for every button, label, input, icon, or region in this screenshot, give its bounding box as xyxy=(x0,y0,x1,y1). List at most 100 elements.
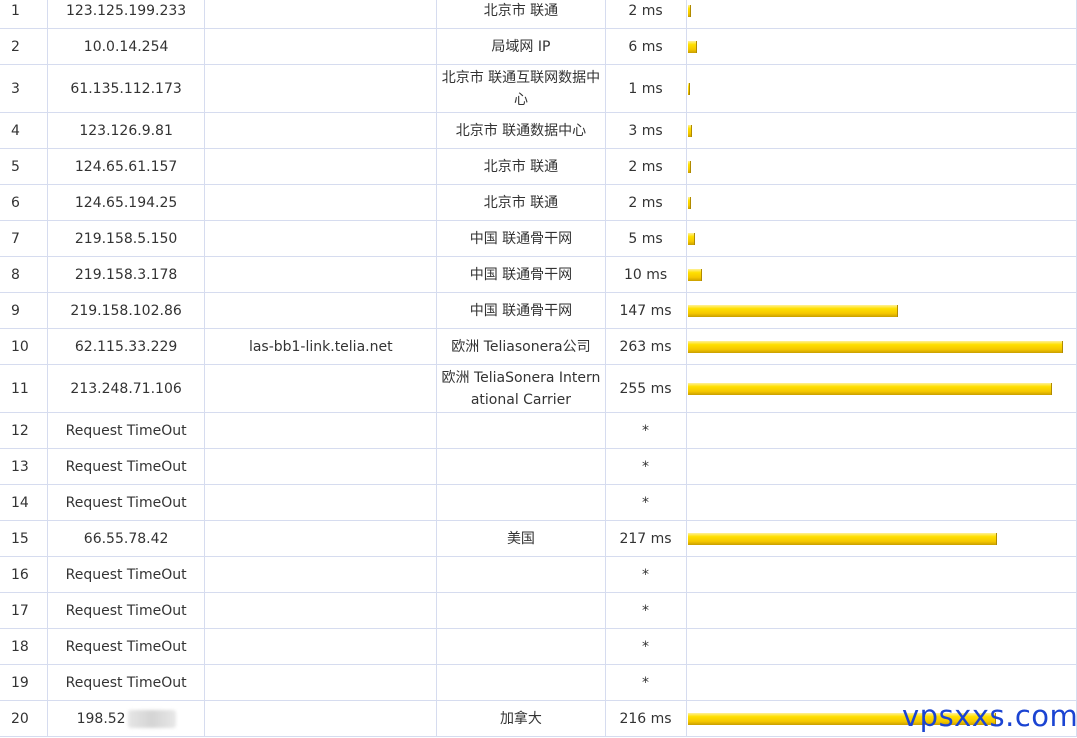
hop-latency: * xyxy=(604,448,687,485)
hop-row: 3 61.135.112.173 北京市 联通互联网数据中心 1 ms xyxy=(0,64,1077,113)
hop-row: 13 Request TimeOut * xyxy=(0,448,1077,485)
hop-hostname xyxy=(204,148,438,185)
hop-location: 中国 联通骨干网 xyxy=(436,220,606,257)
hop-ip-text: 198.52 xyxy=(76,710,126,727)
latency-bar-cell xyxy=(685,112,1077,149)
hop-hostname xyxy=(204,412,438,449)
hop-number: 15 xyxy=(0,520,49,557)
hop-ip: Request TimeOut xyxy=(47,412,206,449)
hop-location: 欧洲 Teliasonera公司 xyxy=(436,328,606,365)
hop-number: 19 xyxy=(0,664,49,701)
latency-bar-cell xyxy=(685,184,1077,221)
hop-ip: 66.55.78.42 xyxy=(47,520,206,557)
latency-bar-cell xyxy=(685,364,1077,413)
traceroute-table: 1 123.125.199.233 北京市 联通 2 ms 2 10.0.14.254 局域… xyxy=(0,0,1077,737)
hop-latency: 2 ms xyxy=(604,148,687,185)
hop-row: 12 Request TimeOut * xyxy=(0,412,1077,449)
hop-hostname xyxy=(204,256,438,293)
hop-hostname xyxy=(204,556,438,593)
hop-number: 17 xyxy=(0,592,49,629)
hop-latency: 217 ms xyxy=(604,520,687,557)
hop-row: 15 66.55.78.42 美国 217 ms xyxy=(0,520,1077,557)
hop-location xyxy=(436,448,606,485)
latency-bar xyxy=(687,124,692,137)
hop-hostname xyxy=(204,592,438,629)
hop-number: 2 xyxy=(0,28,49,65)
hop-ip: Request TimeOut xyxy=(47,484,206,521)
hop-ip: 123.126.9.81 xyxy=(47,112,206,149)
hop-location: 北京市 联通 xyxy=(436,148,606,185)
latency-bar-cell xyxy=(685,484,1077,521)
hop-ip: 124.65.194.25 xyxy=(47,184,206,221)
latency-bar xyxy=(687,532,997,545)
hop-number: 11 xyxy=(0,364,49,413)
hop-hostname xyxy=(204,0,438,29)
latency-bar-cell xyxy=(685,148,1077,185)
traceroute-rows: 1 123.125.199.233 北京市 联通 2 ms 2 10.0.14.254 局域… xyxy=(0,0,1077,737)
hop-number: 1 xyxy=(0,0,49,29)
hop-ip: Request TimeOut xyxy=(47,664,206,701)
hop-hostname xyxy=(204,448,438,485)
hop-hostname xyxy=(204,628,438,665)
hop-location: 美国 xyxy=(436,520,606,557)
latency-bar-cell xyxy=(685,592,1077,629)
hop-hostname xyxy=(204,292,438,329)
hop-ip: Request TimeOut xyxy=(47,628,206,665)
latency-bar-cell xyxy=(685,628,1077,665)
hop-row: 10 62.115.33.229 las-bb1-link.telia.net 欧洲 … xyxy=(0,328,1077,365)
hop-location: 北京市 联通 xyxy=(436,184,606,221)
hop-latency: 2 ms xyxy=(604,0,687,29)
latency-bar xyxy=(687,40,697,53)
hop-number: 13 xyxy=(0,448,49,485)
hop-number: 20 xyxy=(0,700,49,737)
hop-row: 11 213.248.71.106 欧洲 TeliaSonera Internati… xyxy=(0,364,1077,413)
hop-row: 6 124.65.194.25 北京市 联通 2 ms xyxy=(0,184,1077,221)
hop-ip: 61.135.112.173 xyxy=(47,64,206,113)
hop-number: 10 xyxy=(0,328,49,365)
hop-latency: 10 ms xyxy=(604,256,687,293)
hop-hostname xyxy=(204,112,438,149)
hop-latency: 147 ms xyxy=(604,292,687,329)
hop-location xyxy=(436,412,606,449)
hop-number: 5 xyxy=(0,148,49,185)
watermark: vpsxxs.com xyxy=(902,699,1077,733)
latency-bar-cell xyxy=(685,412,1077,449)
hop-location: 中国 联通骨干网 xyxy=(436,292,606,329)
hop-number: 7 xyxy=(0,220,49,257)
hop-location: 局域网 IP xyxy=(436,28,606,65)
hop-location: 加拿大 xyxy=(436,700,606,737)
hop-number: 12 xyxy=(0,412,49,449)
latency-bar-cell xyxy=(685,556,1077,593)
hop-ip: 219.158.102.86 xyxy=(47,292,206,329)
hop-ip: 198.52 xyxy=(47,700,206,737)
hop-number: 16 xyxy=(0,556,49,593)
hop-latency: 5 ms xyxy=(604,220,687,257)
hop-ip: 219.158.5.150 xyxy=(47,220,206,257)
hop-row: 16 Request TimeOut * xyxy=(0,556,1077,593)
latency-bar xyxy=(687,196,691,209)
hop-ip: Request TimeOut xyxy=(47,448,206,485)
hop-latency: 263 ms xyxy=(604,328,687,365)
hop-row: 5 124.65.61.157 北京市 联通 2 ms xyxy=(0,148,1077,185)
hop-ip: 62.115.33.229 xyxy=(47,328,206,365)
hop-row: 14 Request TimeOut * xyxy=(0,484,1077,521)
hop-ip: 124.65.61.157 xyxy=(47,148,206,185)
hop-hostname xyxy=(204,664,438,701)
latency-bar-cell xyxy=(685,328,1077,365)
hop-row: 2 10.0.14.254 局域网 IP 6 ms xyxy=(0,28,1077,65)
hop-row: 19 Request TimeOut * xyxy=(0,664,1077,701)
latency-bar xyxy=(687,232,695,245)
hop-location xyxy=(436,628,606,665)
hop-hostname xyxy=(204,64,438,113)
hop-latency: * xyxy=(604,412,687,449)
hop-row: 17 Request TimeOut * xyxy=(0,592,1077,629)
hop-hostname: las-bb1-link.telia.net xyxy=(204,328,438,365)
hop-ip: 219.158.3.178 xyxy=(47,256,206,293)
hop-number: 3 xyxy=(0,64,49,113)
hop-location: 北京市 联通 xyxy=(436,0,606,29)
latency-bar xyxy=(687,340,1063,353)
latency-bar-cell xyxy=(685,292,1077,329)
hop-row: 4 123.126.9.81 北京市 联通数据中心 3 ms xyxy=(0,112,1077,149)
hop-ip: Request TimeOut xyxy=(47,556,206,593)
latency-bar-cell xyxy=(685,664,1077,701)
